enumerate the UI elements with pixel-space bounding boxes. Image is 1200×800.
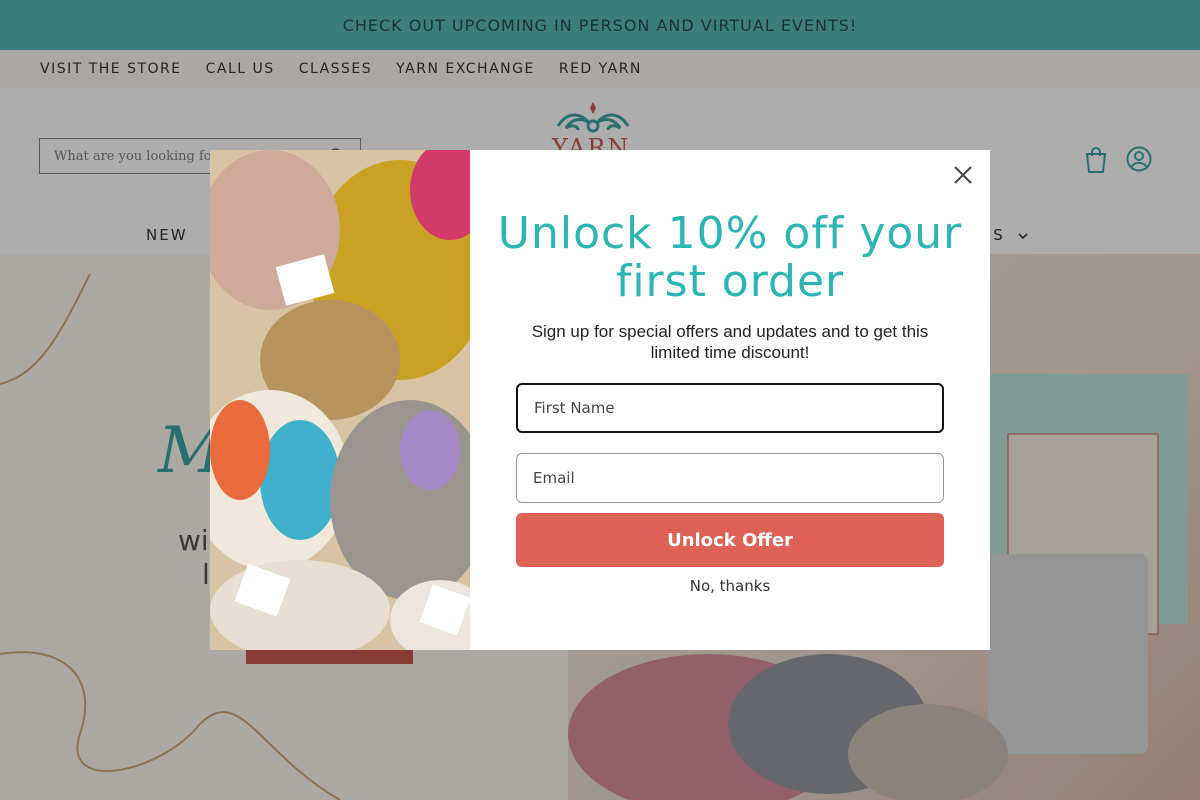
- close-icon[interactable]: [950, 162, 976, 188]
- email-field[interactable]: [516, 453, 944, 503]
- popup-headline: Unlock 10% off your first order: [497, 208, 963, 307]
- no-thanks-button[interactable]: No, thanks: [516, 574, 944, 598]
- popup-subtext: Sign up for special offers and updates a…: [531, 322, 929, 362]
- unlock-offer-button[interactable]: Unlock Offer: [516, 513, 944, 567]
- first-name-field[interactable]: [516, 383, 944, 433]
- discount-popup: Unlock 10% off your first order Sign up …: [210, 150, 990, 650]
- popup-yarn-image: [210, 150, 470, 650]
